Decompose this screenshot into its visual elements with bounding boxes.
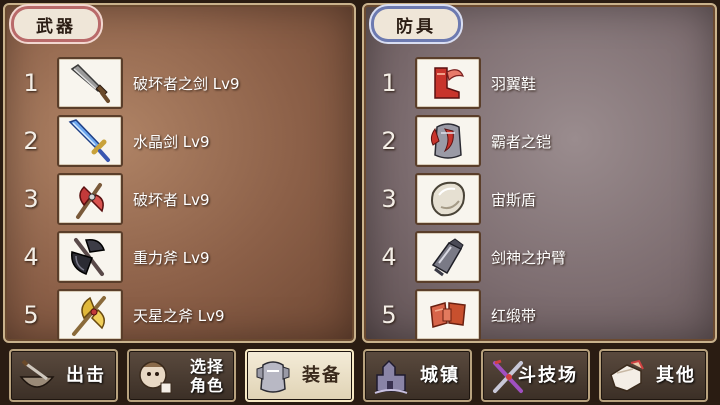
weapon-name: 破坏者 Lv9 <box>133 190 210 209</box>
dark-axe-icon <box>71 238 105 276</box>
armor-row-5[interactable]: 5 红缎带 <box>373 288 536 342</box>
town-castle-icon <box>374 359 408 394</box>
armor-row-2[interactable]: 2 霸者之铠 <box>373 114 551 168</box>
item-slot <box>415 289 481 341</box>
crossed-swords-icon <box>493 359 523 393</box>
character-face-icon <box>139 361 172 394</box>
item-slot <box>57 231 123 283</box>
weapon-row-1[interactable]: 1 破坏者之剑 Lv9 <box>15 56 240 110</box>
armor-name: 霸者之铠 <box>491 132 552 151</box>
weapon-name: 水晶剑 Lv9 <box>133 132 210 151</box>
winged-boots-icon <box>434 67 464 99</box>
rank-number: 2 <box>381 127 397 155</box>
weapon-name: 重力斧 Lv9 <box>133 248 210 267</box>
item-slot <box>415 57 481 109</box>
rank-number: 4 <box>23 243 39 271</box>
nav-select-line2: 角色 <box>189 375 224 395</box>
item-slot <box>57 115 123 167</box>
nav-town-label: 城镇 <box>420 364 460 386</box>
rank-number: 1 <box>381 69 397 97</box>
weapon-name: 天星之斧 Lv9 <box>133 306 225 325</box>
armor-row-4[interactable]: 4 剑神之护臂 <box>373 230 566 284</box>
tab-armor[interactable]: 防具 <box>374 9 458 39</box>
crystal-sword-icon <box>68 119 110 162</box>
nav-town-button[interactable]: 城镇 <box>363 349 472 402</box>
rank-number: 3 <box>381 185 397 213</box>
armor-equip-icon <box>256 361 290 393</box>
weapon-row-4[interactable]: 4 重力斧 Lv9 <box>15 230 210 284</box>
pointing-hand-icon <box>610 359 644 392</box>
tab-armor-label: 防具 <box>396 16 436 37</box>
item-slot <box>57 289 123 341</box>
shield-icon <box>431 181 465 217</box>
tab-weapons[interactable]: 武器 <box>14 9 98 39</box>
weapon-row-3[interactable]: 3 破坏者 Lv9 <box>15 172 210 226</box>
armor-name: 红缎带 <box>491 306 537 325</box>
item-slot <box>57 173 123 225</box>
nav-equip-button[interactable]: 装备 <box>245 349 354 402</box>
armor-name: 羽翼鞋 <box>491 74 537 93</box>
item-slot <box>415 115 481 167</box>
red-axe-icon <box>76 183 104 219</box>
nav-other-label: 其他 <box>656 364 696 386</box>
golden-axe-icon <box>72 296 106 336</box>
rank-number: 5 <box>381 301 397 329</box>
broad-sword-icon <box>70 64 110 103</box>
gauntlet-icon <box>431 238 464 277</box>
nav-select-line1: 选择 <box>189 356 224 376</box>
nav-select-character-button[interactable]: 选择 角色 <box>127 349 236 402</box>
armor-name: 剑神之护臂 <box>491 248 567 267</box>
nav-other-button[interactable]: 其他 <box>599 349 708 402</box>
nav-equip-label: 装备 <box>302 364 342 386</box>
nav-select-character-label: 选择 角色 <box>190 357 224 395</box>
red-ribbon-icon <box>430 302 466 328</box>
nav-arena-button[interactable]: 斗技场 <box>481 349 590 402</box>
war-bowl-icon <box>19 359 55 388</box>
item-slot <box>57 57 123 109</box>
weapon-row-2[interactable]: 2 水晶剑 Lv9 <box>15 114 210 168</box>
nav-sortie-label: 出击 <box>66 364 106 386</box>
rank-number: 4 <box>381 243 397 271</box>
armor-row-1[interactable]: 1 羽翼鞋 <box>373 56 536 110</box>
weapon-row-5[interactable]: 5 天星之斧 Lv9 <box>15 288 225 342</box>
rank-number: 1 <box>23 69 39 97</box>
rank-number: 5 <box>23 301 39 329</box>
item-slot <box>415 231 481 283</box>
tab-weapons-label: 武器 <box>36 16 76 37</box>
item-slot <box>415 173 481 225</box>
armor-name: 宙斯盾 <box>491 190 537 209</box>
nav-sortie-button[interactable]: 出击 <box>9 349 118 402</box>
weapon-name: 破坏者之剑 Lv9 <box>133 74 240 93</box>
armor-icon <box>430 123 462 159</box>
rank-number: 3 <box>23 185 39 213</box>
rank-number: 2 <box>23 127 39 155</box>
armor-row-3[interactable]: 3 宙斯盾 <box>373 172 536 226</box>
